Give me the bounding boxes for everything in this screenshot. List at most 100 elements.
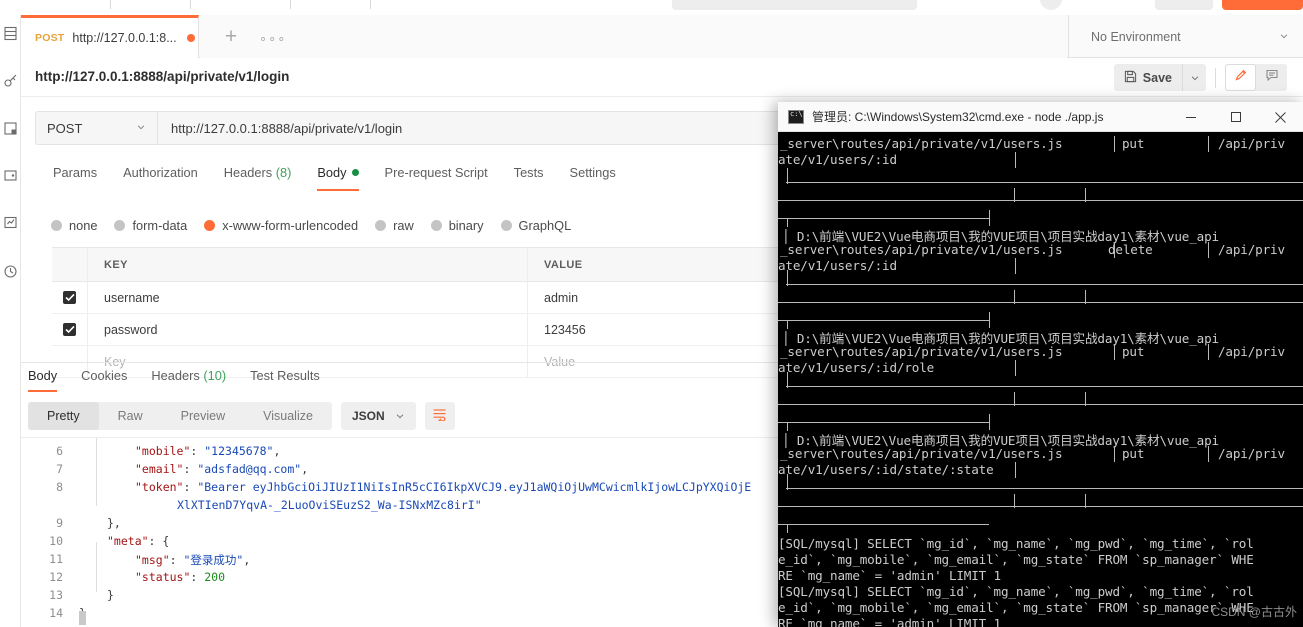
wrap-lines-button[interactable] — [424, 402, 455, 430]
screen-root: POST http://127.0.0.1:8... + ∘∘∘ No Envi… — [0, 0, 1303, 627]
console-line: put — [1122, 446, 1145, 461]
row-enable-checkbox[interactable] — [52, 314, 88, 345]
radio-indicator — [430, 220, 442, 231]
body-type-raw[interactable]: raw — [375, 218, 414, 233]
window-controls — [1168, 102, 1303, 132]
close-button[interactable] — [1258, 102, 1303, 132]
collections-icon[interactable] — [2, 25, 19, 42]
clipped-top-toolbar — [0, 0, 1303, 15]
row-key-input[interactable]: username — [88, 282, 528, 313]
table-rule-vertical — [1208, 344, 1209, 360]
save-options-button[interactable] — [1182, 64, 1206, 91]
response-tab-cookies[interactable]: Cookies — [69, 368, 139, 392]
chevron-down-icon — [136, 119, 146, 137]
response-tab-test-results[interactable]: Test Results — [238, 368, 332, 392]
table-rule-vertical — [1085, 392, 1086, 406]
tab-pre-request-script[interactable]: Pre-request Script — [372, 165, 501, 191]
open-request-tab[interactable]: POST http://127.0.0.1:8... — [21, 15, 199, 58]
console-line: ate/v1/users/:id/state/:state — [778, 462, 994, 477]
save-button[interactable]: Save — [1113, 64, 1182, 91]
minimize-button[interactable] — [1168, 102, 1213, 132]
edit-request-button[interactable] — [1225, 64, 1256, 91]
view-mode-preview[interactable]: Preview — [162, 402, 244, 430]
header-checkbox-cell — [52, 248, 88, 281]
body-type-graphql[interactable]: GraphQL — [500, 218, 571, 233]
clipped-upgrade-button[interactable] — [1222, 0, 1303, 10]
radio-indicator — [500, 220, 512, 231]
cmd-console-window[interactable]: 管理员: C:\Windows\System32\cmd.exe - node … — [778, 102, 1303, 627]
clipped-button[interactable] — [1155, 0, 1213, 10]
mock-servers-icon[interactable] — [2, 167, 19, 184]
table-rule-vertical — [989, 414, 990, 430]
response-tab-headers[interactable]: Headers (10) — [139, 368, 238, 392]
table-rule-vertical — [787, 524, 788, 533]
radio-indicator — [114, 220, 126, 231]
environment-label: No Environment — [1091, 29, 1181, 44]
table-rule-horizontal — [778, 422, 989, 423]
view-mode-buttons — [1225, 64, 1287, 91]
table-rule-horizontal — [786, 182, 1303, 183]
console-line: e_id`, `mg_mobile`, `mg_email`, `mg_stat… — [778, 552, 1254, 567]
watermark: CSDN @古古外 — [1211, 605, 1297, 619]
tab-body[interactable]: Body — [304, 165, 371, 191]
response-tab-test-results-label: Test Results — [250, 368, 320, 383]
tab-params[interactable]: Params — [35, 165, 110, 191]
response-format-select[interactable]: JSON — [340, 402, 416, 430]
table-rule-horizontal — [778, 302, 1303, 303]
tab-authorization[interactable]: Authorization — [110, 165, 211, 191]
table-rule-vertical — [787, 168, 788, 184]
environments-icon[interactable] — [2, 120, 19, 137]
table-rule-horizontal — [778, 200, 1303, 201]
table-rule-vertical — [1014, 392, 1015, 406]
view-mode-visualize[interactable]: Visualize — [244, 402, 332, 430]
tab-tests[interactable]: Tests — [501, 165, 557, 191]
clipped-search-bar[interactable] — [672, 0, 917, 10]
monitors-icon[interactable] — [2, 214, 19, 231]
table-rule-vertical — [1015, 462, 1016, 478]
wrap-lines-icon — [432, 407, 447, 426]
body-type-binary[interactable]: binary — [430, 218, 484, 233]
code-line: } — [107, 588, 114, 602]
clipped-avatar-icon[interactable] — [1040, 0, 1062, 10]
history-icon[interactable] — [2, 263, 19, 280]
console-line: RE `mg_name` = 'admin' LIMIT 1 — [778, 568, 1001, 583]
body-active-dot — [351, 169, 359, 176]
save-button-label: Save — [1142, 70, 1172, 85]
body-type-none-label: none — [69, 218, 98, 233]
view-mode-pretty[interactable]: Pretty — [28, 402, 99, 430]
body-type-urlencoded[interactable]: x-www-form-urlencoded — [204, 218, 358, 233]
apis-icon[interactable] — [2, 72, 19, 89]
http-method-select[interactable]: POST — [35, 111, 157, 145]
row-key-input[interactable]: password — [88, 314, 528, 345]
body-type-form-data[interactable]: form-data — [114, 218, 187, 233]
tab-overflow-menu-icon[interactable]: ∘∘∘ — [259, 31, 286, 47]
save-controls: Save — [1113, 64, 1287, 91]
tab-settings[interactable]: Settings — [557, 165, 629, 191]
table-rule-vertical — [787, 270, 788, 286]
tab-authorization-label: Authorization — [123, 165, 198, 180]
line-number: 8 — [56, 480, 63, 494]
table-rule-horizontal — [786, 284, 1303, 285]
tab-pre-request-script-label: Pre-request Script — [384, 165, 488, 180]
environment-selector[interactable]: No Environment — [1081, 15, 1303, 58]
row-enable-checkbox[interactable] — [52, 282, 88, 313]
body-type-none[interactable]: none — [51, 218, 97, 233]
new-tab-button[interactable]: + — [221, 26, 241, 47]
table-rule-vertical — [1015, 258, 1016, 274]
console-output-area[interactable]: _server\routes/api/private/v1/users.js pu… — [778, 132, 1303, 627]
console-line: _server\routes/api/private/v1/users.js — [780, 446, 1063, 461]
code-line: "token": "Bearer eyJhbGciOiJIUzI1NiIsInR… — [135, 480, 752, 494]
left-icon-rail — [0, 15, 21, 627]
headers-count-badge: (8) — [275, 165, 292, 180]
line-number: 13 — [49, 588, 63, 602]
console-title-bar[interactable]: 管理员: C:\Windows\System32\cmd.exe - node … — [778, 102, 1303, 132]
line-number: 14 — [49, 606, 63, 620]
console-line: [SQL/mysql] SELECT `mg_id`, `mg_name`, `… — [778, 584, 1254, 599]
page-title: http://127.0.0.1:8888/api/private/v1/log… — [35, 69, 290, 84]
view-mode-raw[interactable]: Raw — [99, 402, 162, 430]
tab-headers[interactable]: Headers (8) — [211, 165, 305, 191]
comment-button[interactable] — [1256, 64, 1287, 91]
maximize-button[interactable] — [1213, 102, 1258, 132]
response-tab-body[interactable]: Body — [21, 368, 69, 392]
code-line: "meta": { — [107, 534, 170, 548]
